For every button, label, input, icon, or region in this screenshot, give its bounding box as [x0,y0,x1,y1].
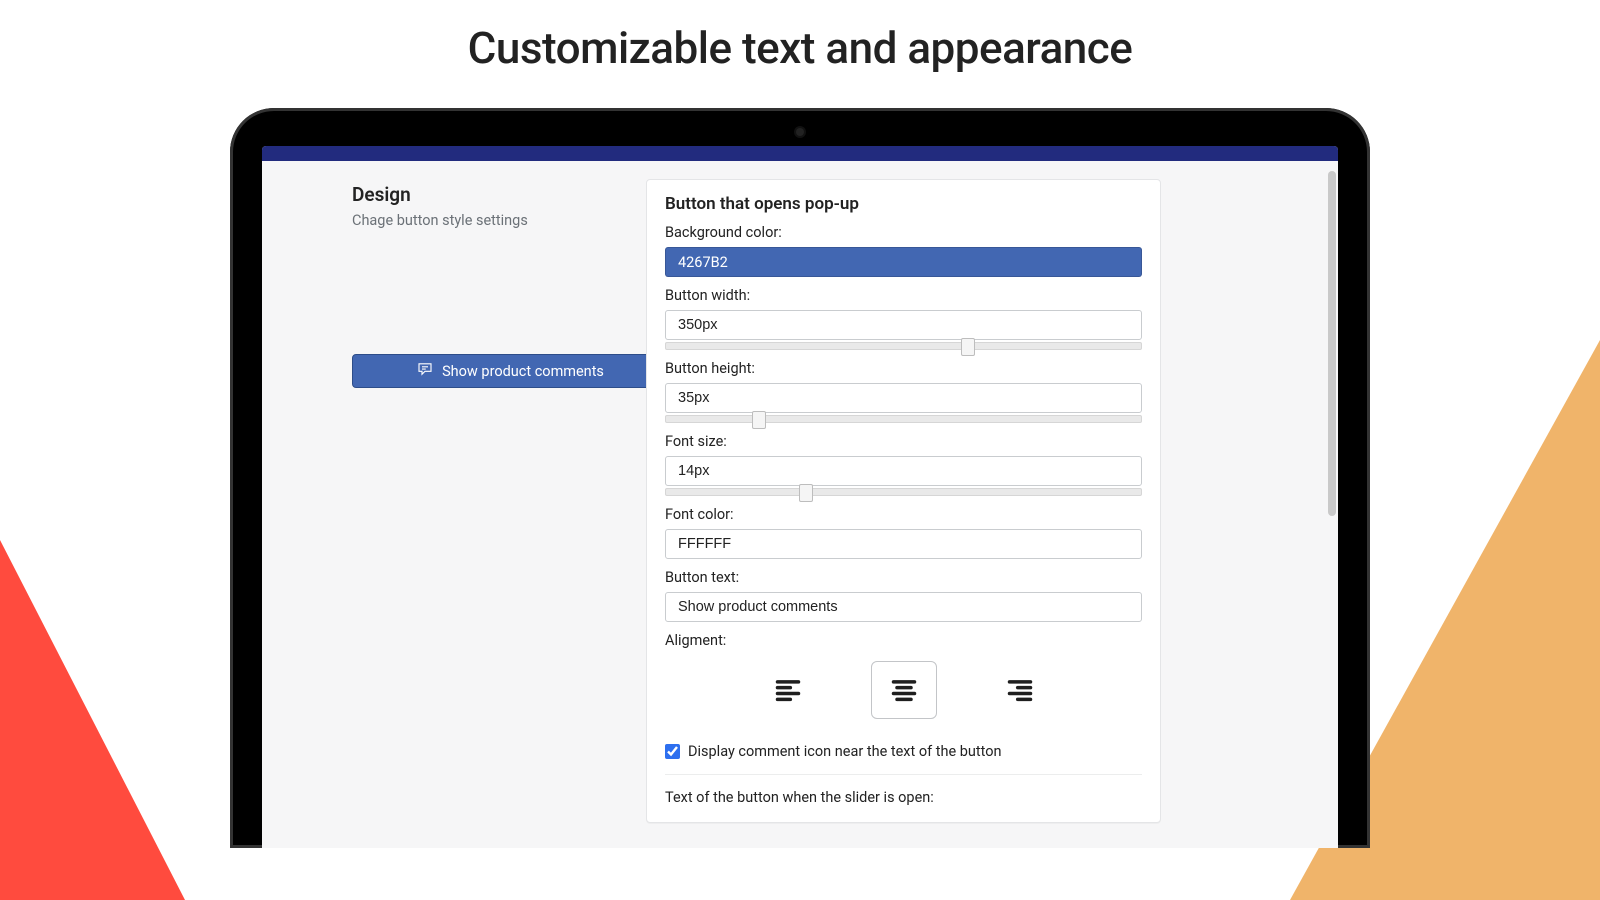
bg-color-label: Background color: [665,224,1142,241]
comment-icon [416,360,434,382]
panel-title: Button that opens pop-up [665,194,1142,214]
preview-button-label: Show product comments [442,363,604,380]
app-topbar [262,146,1338,161]
open-text-label: Text of the button when the slider is op… [665,789,1142,806]
bg-color-input[interactable]: 4267B2 [665,247,1142,277]
button-height-input[interactable] [665,383,1142,413]
align-center-button[interactable] [871,661,937,719]
font-size-label: Font size: [665,433,1142,450]
button-width-slider-thumb[interactable] [961,338,975,356]
alignment-label: Aligment: [665,632,1142,649]
vertical-scrollbar[interactable] [1328,171,1336,516]
button-width-slider[interactable] [665,342,1142,350]
preview-show-comments-button[interactable]: Show product comments [352,354,668,388]
font-color-input[interactable] [665,529,1142,559]
decorative-triangle-left [0,540,185,900]
align-left-button[interactable] [755,661,821,719]
app-screen: Design Chage button style settings Show … [262,146,1338,848]
bg-color-value: 4267B2 [678,254,728,271]
font-size-slider-thumb[interactable] [799,484,813,502]
button-width-label: Button width: [665,287,1142,304]
laptop-camera [796,128,804,136]
button-text-input[interactable] [665,592,1142,622]
button-height-slider[interactable] [665,415,1142,423]
app-content: Design Chage button style settings Show … [262,161,1338,848]
right-column: Button that opens pop-up Background colo… [646,161,1334,848]
display-icon-checkbox[interactable] [665,744,680,759]
section-subtitle: Chage button style settings [352,212,626,229]
button-text-label: Button text: [665,569,1142,586]
left-column: Design Chage button style settings Show … [266,161,646,848]
button-preview-area: Show product comments [352,354,626,388]
alignment-options [665,655,1142,729]
font-color-label: Font color: [665,506,1142,523]
button-height-slider-thumb[interactable] [752,411,766,429]
laptop-frame: Design Chage button style settings Show … [230,108,1370,848]
page-headline: Customizable text and appearance [0,22,1600,74]
font-size-input[interactable] [665,456,1142,486]
align-right-button[interactable] [987,661,1053,719]
display-icon-label: Display comment icon near the text of th… [688,743,1002,760]
button-width-input[interactable] [665,310,1142,340]
button-height-label: Button height: [665,360,1142,377]
section-title: Design [352,183,626,206]
font-size-slider[interactable] [665,488,1142,496]
settings-panel: Button that opens pop-up Background colo… [646,179,1161,823]
display-icon-row[interactable]: Display comment icon near the text of th… [665,739,1142,775]
